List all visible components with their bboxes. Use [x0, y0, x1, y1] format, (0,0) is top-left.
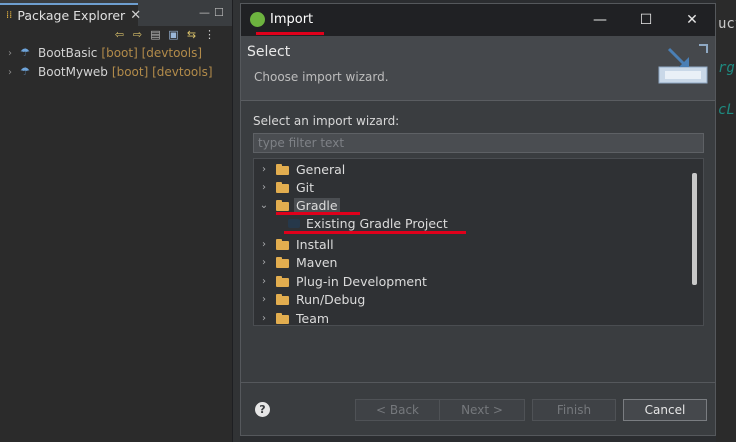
close-window-icon[interactable]: ✕ — [677, 10, 707, 30]
view-menu-icon[interactable]: ⋮ — [202, 28, 217, 42]
tree-item-plugin-development[interactable]: › Plug-in Development — [258, 272, 429, 290]
package-explorer-view: ⁞⁞ Package Explorer ✕ — ☐ ⇦ ⇨ ▤ ▣ ⇆ ⋮ › … — [0, 0, 232, 442]
chevron-right-icon[interactable]: › — [258, 294, 270, 305]
tree-item-label: Gradle — [294, 197, 340, 213]
link-with-editor-icon[interactable]: ⇆ — [184, 28, 199, 42]
banner-description: Choose import wizard. — [254, 70, 389, 84]
import-wizard-icon — [658, 44, 708, 84]
project-item[interactable]: › ☂ BootBasic [boot] [devtools] — [8, 44, 202, 62]
chevron-right-icon[interactable]: › — [8, 67, 20, 78]
tree-item-install[interactable]: › Install — [258, 235, 336, 253]
folder-icon — [276, 256, 290, 268]
banner-heading: Select — [247, 44, 291, 60]
folder-icon — [276, 238, 290, 250]
minimize-view-icon[interactable]: — — [199, 6, 210, 19]
tree-item-label: Existing Gradle Project — [306, 215, 448, 231]
folder-icon — [276, 163, 290, 175]
chevron-right-icon[interactable]: › — [258, 313, 270, 324]
tree-item-git[interactable]: › Git — [258, 178, 316, 196]
tree-item-label: Maven — [296, 254, 338, 270]
tree-item-team[interactable]: › Team — [258, 309, 331, 326]
tree-item-label: General — [296, 161, 346, 177]
tab-package-explorer[interactable]: ⁞⁞ Package Explorer ✕ — [0, 3, 141, 26]
minimize-window-icon[interactable]: — — [585, 10, 615, 30]
folder-icon — [276, 199, 290, 211]
import-dialog: Import — ☐ ✕ Select Choose import wizard… — [240, 3, 716, 436]
chevron-right-icon[interactable]: › — [8, 48, 20, 59]
next-button[interactable]: Next > — [439, 399, 525, 421]
maximize-window-icon[interactable]: ☐ — [631, 10, 661, 30]
gradle-icon — [288, 218, 300, 228]
tree-scrollbar[interactable] — [692, 173, 697, 285]
code-fragment: uctD — [718, 16, 736, 32]
folder-icon — [276, 312, 290, 324]
code-fragment: rg — [718, 60, 735, 76]
explorer-toolbar: ⇦ ⇨ ▤ ▣ ⇆ ⋮ — [112, 28, 217, 44]
explorer-tab-bar: ⁞⁞ Package Explorer ✕ — ☐ — [0, 0, 232, 26]
tree-item-label: Git — [296, 179, 315, 195]
filter-input[interactable] — [253, 133, 704, 153]
back-arrow-icon[interactable]: ⇦ — [112, 28, 127, 42]
tree-item-existing-gradle-project[interactable]: Existing Gradle Project — [288, 214, 448, 232]
button-bar-divider — [241, 382, 715, 383]
tree-item-maven[interactable]: › Maven — [258, 253, 339, 271]
chevron-down-icon[interactable]: ⌄ — [258, 200, 270, 211]
filter-icon[interactable]: ▤ — [148, 28, 163, 42]
wizard-banner: Select Choose import wizard. — [241, 36, 715, 101]
view-divider[interactable] — [232, 0, 240, 442]
tree-item-label: Plug-in Development — [296, 273, 427, 289]
dialog-title: Import — [270, 12, 314, 27]
project-decoration: [boot] [devtools] — [111, 65, 213, 79]
code-fragment: cL — [718, 102, 735, 118]
help-icon[interactable]: ? — [255, 402, 270, 417]
annotation-underline — [256, 32, 324, 35]
tree-item-label: Run/Debug — [296, 291, 366, 307]
project-name: BootMyweb — [38, 65, 108, 79]
wizard-tree: › General › Git ⌄ Gradle Existing Gradle… — [253, 158, 704, 326]
finish-button[interactable]: Finish — [532, 399, 616, 421]
back-button[interactable]: < Back — [355, 399, 440, 421]
spring-tool-suite-icon — [250, 12, 265, 27]
project-icon: ☂ — [20, 46, 30, 59]
project-name: BootBasic — [38, 46, 98, 60]
folder-icon — [276, 275, 290, 287]
chevron-right-icon[interactable]: › — [258, 257, 270, 268]
tree-item-general[interactable]: › General — [258, 160, 347, 178]
forward-arrow-icon[interactable]: ⇨ — [130, 28, 145, 42]
chevron-right-icon[interactable]: › — [258, 239, 270, 250]
tab-label: Package Explorer — [17, 8, 126, 23]
select-wizard-label: Select an import wizard: — [253, 114, 400, 128]
project-icon: ☂ — [20, 65, 30, 78]
annotation-underline — [284, 231, 466, 234]
maximize-view-icon[interactable]: ☐ — [214, 6, 224, 19]
close-tab-icon[interactable]: ✕ — [130, 8, 141, 23]
folder-icon — [276, 293, 290, 305]
package-explorer-icon: ⁞⁞ — [6, 9, 13, 21]
chevron-right-icon[interactable]: › — [258, 164, 270, 175]
collapse-all-icon[interactable]: ▣ — [166, 28, 181, 42]
cancel-button[interactable]: Cancel — [623, 399, 707, 421]
folder-icon — [276, 181, 290, 193]
dialog-title-bar: Import — ☐ ✕ — [241, 4, 715, 36]
tree-item-label: Install — [296, 236, 334, 252]
project-item[interactable]: › ☂ BootMyweb [boot] [devtools] — [8, 63, 213, 81]
chevron-right-icon[interactable]: › — [258, 276, 270, 287]
editor-area: uctD rg cL — [716, 0, 736, 442]
project-decoration: [boot] [devtools] — [101, 46, 203, 60]
tree-item-label: Team — [296, 310, 330, 326]
chevron-right-icon[interactable]: › — [258, 182, 270, 193]
tree-item-run-debug[interactable]: › Run/Debug — [258, 290, 367, 308]
